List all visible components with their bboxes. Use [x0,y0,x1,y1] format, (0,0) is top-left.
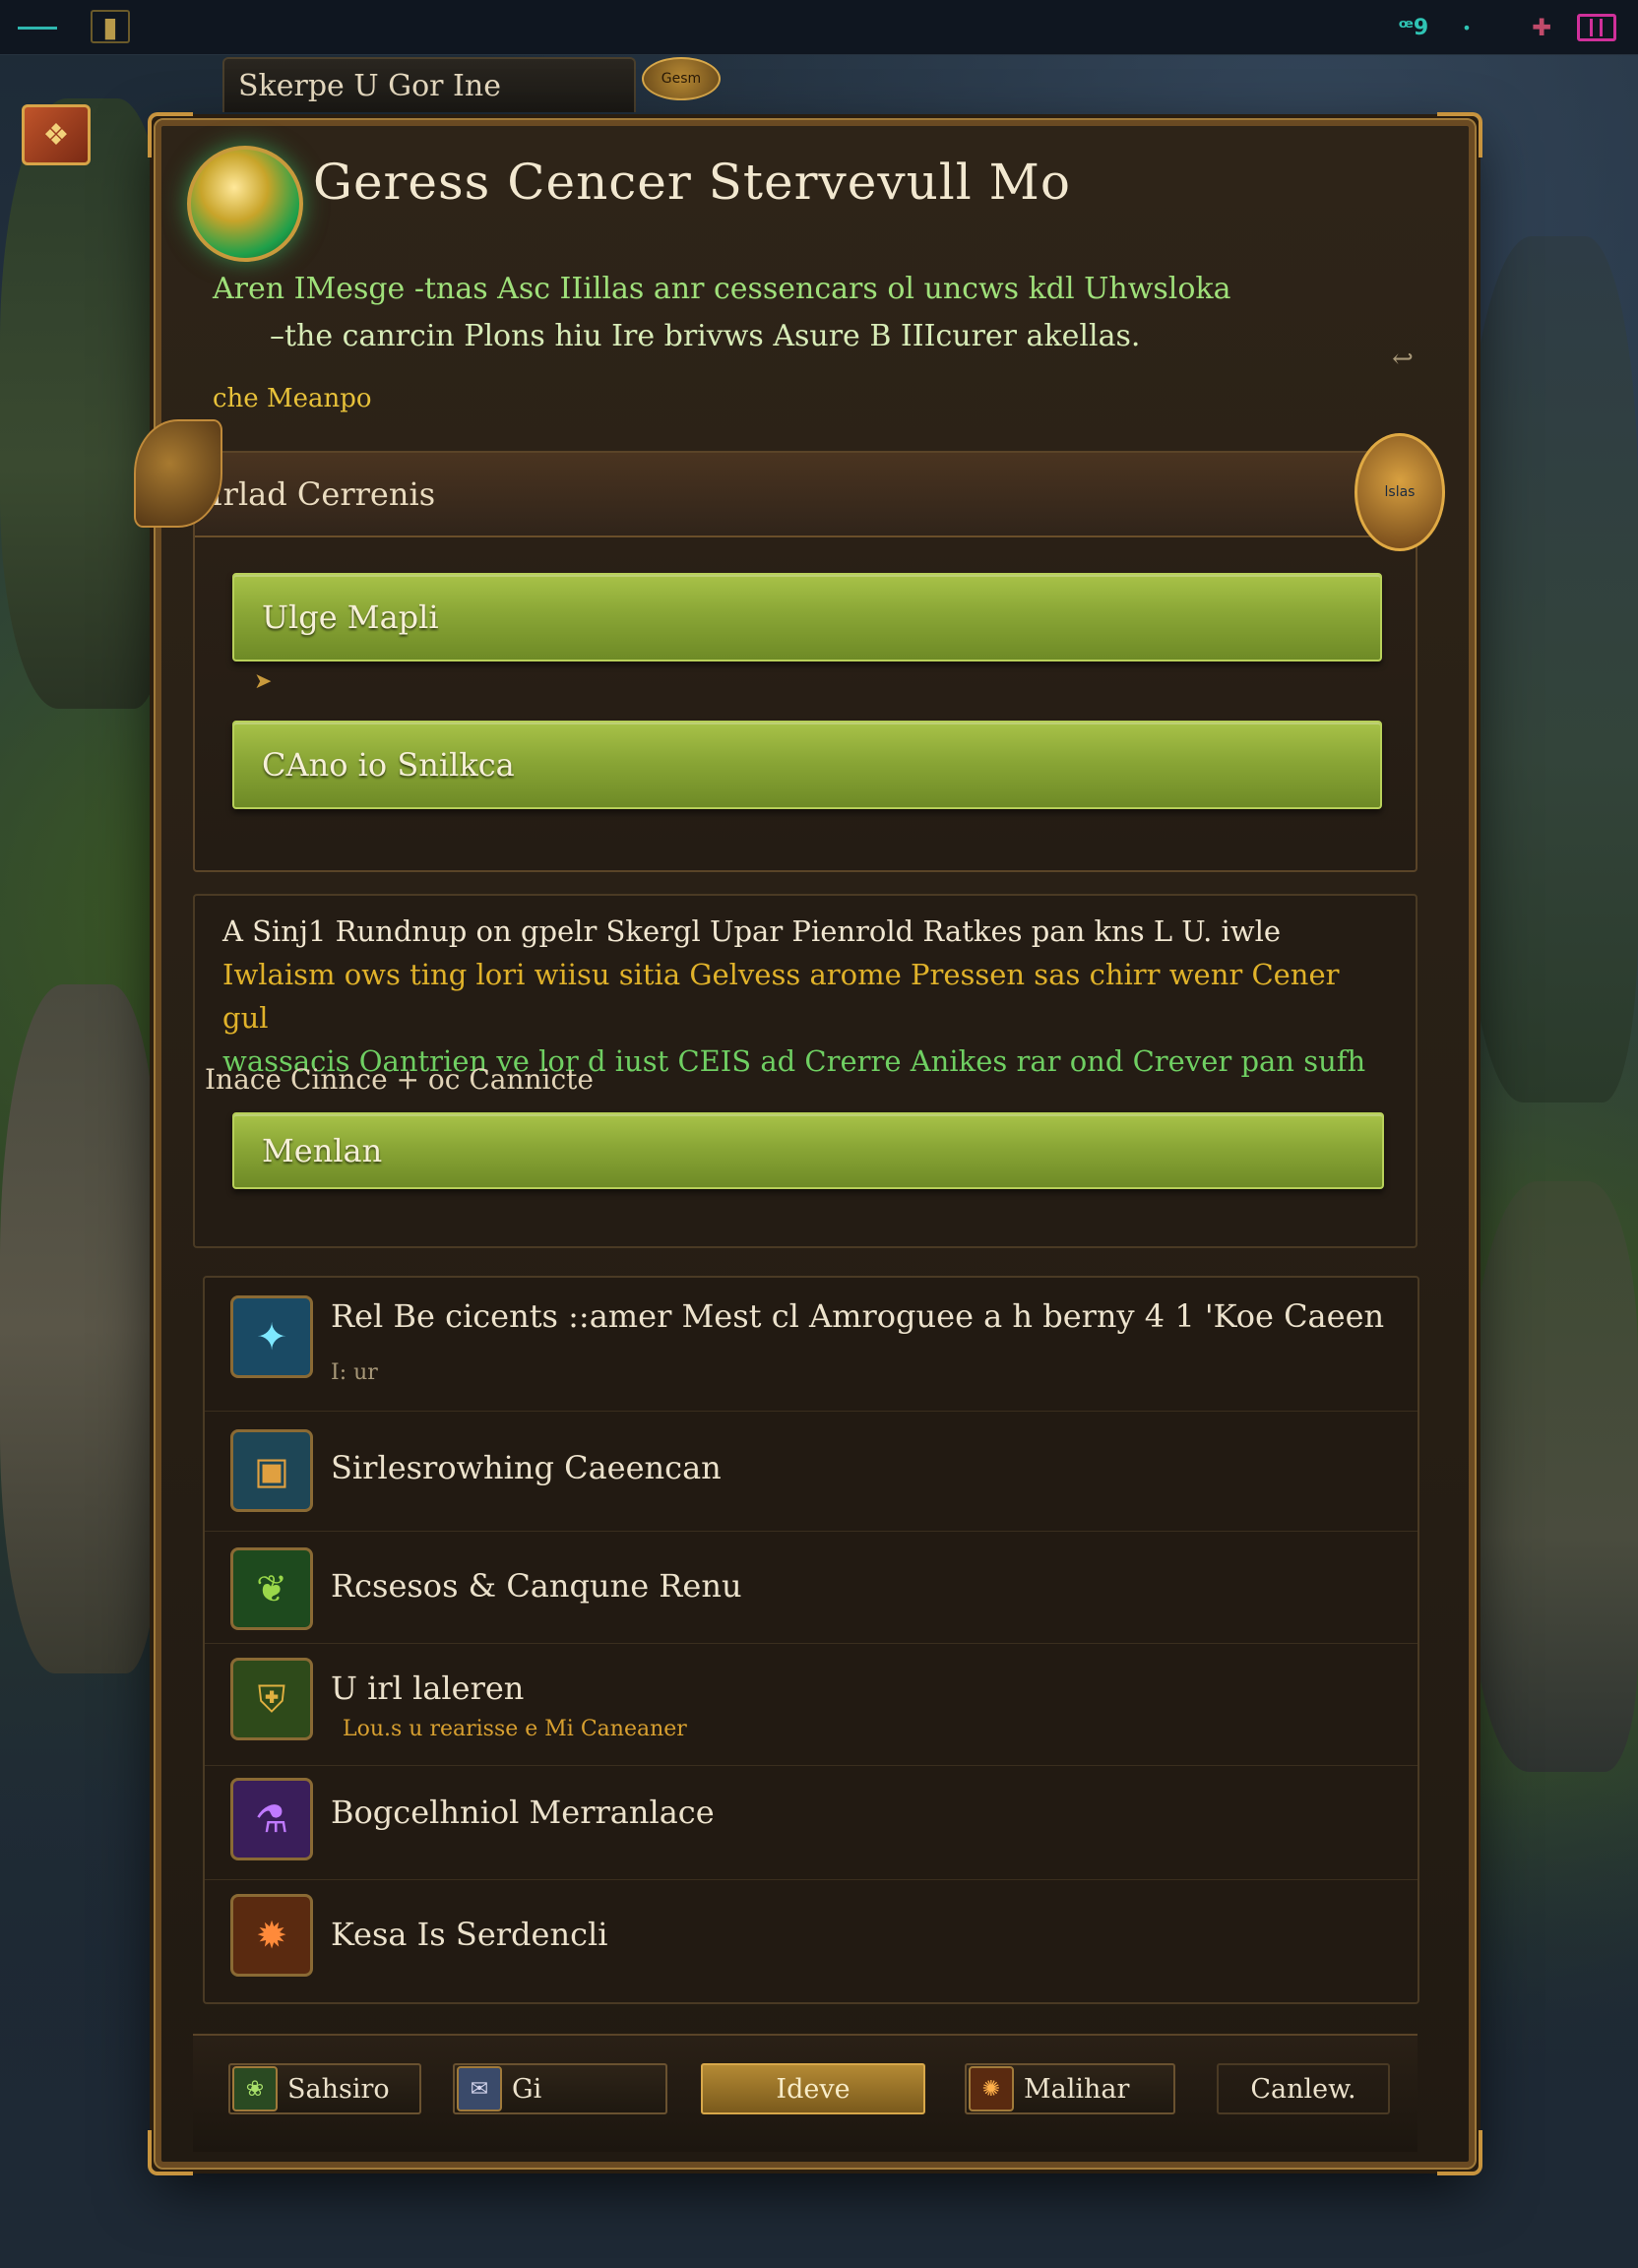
cliff-left-lower [0,984,158,1673]
item-list: ✦ Rel Be cicents ::amer Mest cl Amroguee… [203,1276,1419,2004]
list-item-sub: I: ur [331,1360,378,1385]
list-item[interactable]: ⛨ U irl laleren Lou.s u rearisse e Mi Ca… [205,1644,1418,1766]
grid-icon[interactable] [1577,14,1616,41]
crystal-icon: ✦ [230,1295,313,1378]
list-item-label: Kesa Is Serdencli [331,1916,608,1953]
footer-button-label: Malihar [1024,2073,1130,2105]
list-item[interactable]: ❦ Rcsesos & Canqune Renu [205,1532,1418,1644]
frame-corner [1437,2130,1482,2175]
list-item-label: Bogcelhniol Merranlace [331,1794,715,1831]
cliff-right-lower [1471,1181,1638,1772]
list-item[interactable]: ⚗ Bogcelhniol Merranlace [205,1766,1418,1880]
section-heading: Irlad Cerrenis [195,453,1416,537]
list-item-label: Rcsesos & Canqune Renu [331,1567,742,1605]
top-bar: ▮ ꟹ9 • ✚ [0,0,1638,55]
cliff-left-upper [0,98,167,709]
scroll-arrow-icon[interactable]: ↩ [1392,345,1414,374]
frame-corner [148,2130,193,2175]
footer-button-canlew[interactable]: Canlew. [1217,2063,1390,2114]
footer-button-label: Gi [512,2073,542,2105]
info-line: Iwlaism ows ting lori wiisu sitia Gelves… [222,958,1340,1035]
intro-line: Aren IMesge -tnas Asc IIillas anr cessen… [213,272,1231,306]
footer-button-label: Canlew. [1250,2073,1356,2105]
option-button[interactable]: CAno io Snilkca [232,721,1382,809]
footer-button-malihar[interactable]: ✺ Malihar [965,2063,1175,2114]
intro-text: Aren IMesge -tnas Asc IIillas anr cessen… [213,266,1345,360]
list-item-label: Sirlesrowhing Caeencan [331,1449,722,1486]
frame-corner [1437,112,1482,158]
chest-icon: ▣ [230,1429,313,1512]
lantern-ornament-icon: lslas [1354,433,1445,551]
gift-icon[interactable]: ✚ [1520,10,1563,45]
breadcrumb-badge[interactable]: Gesm [642,57,721,100]
footer-button-ideve[interactable]: Ideve [701,2063,925,2114]
footer-button-label: Ideve [776,2073,850,2105]
cliff-right-upper [1461,236,1638,1102]
list-item[interactable]: ✹ Kesa Is Serdencli [205,1880,1418,2002]
option-button[interactable]: Ulge Mapli [232,573,1382,662]
menu-icon[interactable] [18,10,57,45]
book-icon[interactable]: ▮ [91,10,130,43]
list-item-label: U irl laleren [331,1670,525,1707]
potion-icon: ⚗ [230,1778,313,1860]
list-item-label: Rel Be cicents ::amer Mest cl Amroguee a… [331,1297,1385,1335]
leaf-icon: ❦ [230,1547,313,1630]
footer-button-sahsiro[interactable]: ❀ Sahsiro [228,2063,421,2114]
herb-icon: ❀ [232,2066,278,2111]
menlan-button[interactable]: Menlan [232,1112,1384,1189]
intro-subtitle[interactable]: che Meanpo [213,384,372,413]
status-dot-icon: • [1462,18,1472,37]
list-item[interactable]: ▣ Sirlesrowhing Caeencan [205,1412,1418,1532]
section-label: Inace Cinnce + oc Cannicte [205,1063,594,1096]
footer-button-gi[interactable]: ✉ Gi [453,2063,667,2114]
frame-corner [148,112,193,158]
orb-emblem-icon [187,146,303,262]
status-indicator: ꟹ9 [1398,15,1429,40]
list-item-sub: Lou.s u rearisse e Mi Caneaner [343,1717,687,1741]
footer-button-label: Sahsiro [287,2073,390,2105]
breadcrumb[interactable]: Skerpe U Gor Ine [222,57,636,112]
arrow-icon: ➤ [254,669,273,694]
map-emblem-icon[interactable]: ❖ [22,104,91,165]
info-paragraph: A Sinj1 Rundnup on gpelr Skergl Upar Pie… [222,910,1384,1083]
scroll-icon: ✉ [457,2066,502,2111]
wing-ornament-icon [134,419,222,528]
info-line: A Sinj1 Rundnup on gpelr Skergl Upar Pie… [222,914,1282,948]
shield-icon: ⛨ [230,1658,313,1740]
page-title: Geress Cencer Stervevull Mo [313,154,1071,211]
intro-line: –the canrcin Plons hiu Ire brivws Asure … [270,319,1141,353]
fire-icon: ✺ [969,2066,1014,2111]
list-item[interactable]: ✦ Rel Be cicents ::amer Mest cl Amroguee… [205,1278,1418,1412]
flame-icon: ✹ [230,1894,313,1977]
